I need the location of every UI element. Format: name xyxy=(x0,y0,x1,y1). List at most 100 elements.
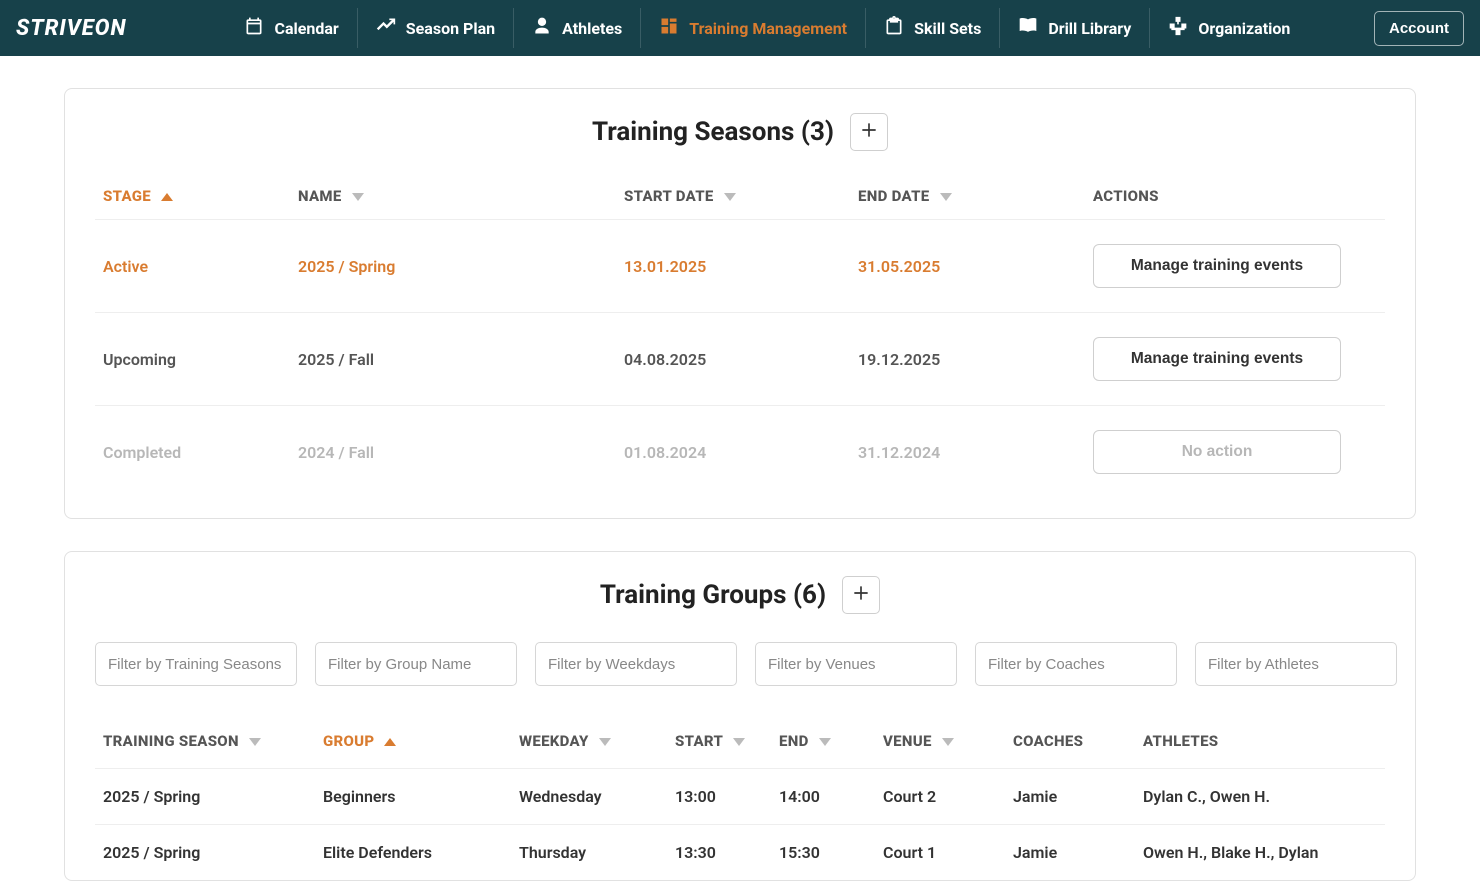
add-group-button[interactable] xyxy=(842,576,880,614)
cell-weekday: Thursday xyxy=(511,825,667,881)
cell-start: 13:00 xyxy=(667,769,771,825)
col-label: Training Season xyxy=(103,732,239,750)
nav-calendar[interactable]: Calendar xyxy=(226,8,357,48)
cell-name: 2025 / Spring xyxy=(290,220,616,313)
season-row: Upcoming 2025 / Fall 04.08.2025 19.12.20… xyxy=(95,313,1385,406)
manage-events-button[interactable]: Manage training events xyxy=(1093,337,1341,381)
sort-icon xyxy=(940,193,952,201)
sort-icon xyxy=(942,738,954,746)
nav-athletes[interactable]: Athletes xyxy=(514,8,641,48)
main-nav: Calendar Season Plan Athletes Training M… xyxy=(226,8,1374,48)
cell-season: 2025 / Spring xyxy=(95,825,315,881)
timeline-icon xyxy=(376,16,396,40)
account-button[interactable]: Account xyxy=(1374,11,1464,46)
filter-athletes-input[interactable] xyxy=(1195,642,1397,686)
groups-table: Training Season Group Weekday Start xyxy=(95,714,1385,880)
col-training-season[interactable]: Training Season xyxy=(95,714,315,769)
col-end-date[interactable]: End Date xyxy=(850,179,1085,220)
sort-icon xyxy=(352,193,364,201)
nav-label: Training Management xyxy=(689,19,847,38)
seasons-table: Stage Name Start Date End Date xyxy=(95,179,1385,498)
brand-logo: STRIVEON xyxy=(16,16,126,41)
col-stage[interactable]: Stage xyxy=(95,179,290,220)
cell-end: 31.05.2025 xyxy=(850,220,1085,313)
sort-icon xyxy=(733,738,745,746)
col-start[interactable]: Start xyxy=(667,714,771,769)
filter-venues-input[interactable] xyxy=(755,642,957,686)
cell-stage: Active xyxy=(95,220,290,313)
sort-asc-icon xyxy=(384,738,396,746)
group-row: 2025 / Spring Elite Defenders Thursday 1… xyxy=(95,825,1385,881)
cell-stage: Upcoming xyxy=(95,313,290,406)
training-groups-card: Training Groups (6) xyxy=(64,551,1416,881)
cell-end: 14:00 xyxy=(771,769,875,825)
card-header: Training Seasons (3) xyxy=(95,113,1385,151)
book-icon xyxy=(1018,16,1038,40)
col-venue[interactable]: Venue xyxy=(875,714,1005,769)
nav-drill-library[interactable]: Drill Library xyxy=(1000,8,1150,48)
col-name[interactable]: Name xyxy=(290,179,616,220)
nav-season-plan[interactable]: Season Plan xyxy=(358,8,514,48)
manage-events-button[interactable]: Manage training events xyxy=(1093,244,1341,288)
cell-end: 31.12.2024 xyxy=(850,406,1085,499)
cell-start: 13.01.2025 xyxy=(616,220,850,313)
cell-name: 2024 / Fall xyxy=(290,406,616,499)
cell-stage: Completed xyxy=(95,406,290,499)
cell-action: Manage training events xyxy=(1085,313,1385,406)
cell-start: 01.08.2024 xyxy=(616,406,850,499)
filter-coaches-input[interactable] xyxy=(975,642,1177,686)
nav-skill-sets[interactable]: Skill Sets xyxy=(866,8,1000,48)
nav-label: Season Plan xyxy=(406,19,495,38)
nav-label: Drill Library xyxy=(1048,19,1131,38)
col-label: Coaches xyxy=(1013,732,1083,750)
sort-icon xyxy=(599,738,611,746)
col-label: Stage xyxy=(103,187,151,205)
cell-coaches: Jamie xyxy=(1005,825,1135,881)
col-actions: Actions xyxy=(1085,179,1385,220)
sort-icon xyxy=(724,193,736,201)
clipboard-icon xyxy=(884,16,904,40)
org-icon xyxy=(1168,16,1188,40)
nav-training-management[interactable]: Training Management xyxy=(641,8,866,48)
nav-label: Calendar xyxy=(274,19,338,38)
add-season-button[interactable] xyxy=(850,113,888,151)
nav-organization[interactable]: Organization xyxy=(1150,8,1308,48)
col-label: Athletes xyxy=(1143,732,1218,750)
top-nav: STRIVEON Calendar Season Plan Athletes T… xyxy=(0,0,1480,56)
col-end[interactable]: End xyxy=(771,714,875,769)
plus-icon xyxy=(851,583,871,607)
col-label: End Date xyxy=(858,187,929,205)
cell-group: Beginners xyxy=(315,769,511,825)
card-title: Training Groups (6) xyxy=(600,580,826,610)
card-header: Training Groups (6) xyxy=(95,576,1385,614)
cell-end: 15:30 xyxy=(771,825,875,881)
cell-action: No action xyxy=(1085,406,1385,499)
col-group[interactable]: Group xyxy=(315,714,511,769)
training-seasons-card: Training Seasons (3) Stage Name xyxy=(64,88,1416,519)
filter-seasons-input[interactable] xyxy=(95,642,297,686)
cell-athletes: Owen H., Blake H., Dylan xyxy=(1135,825,1385,881)
person-icon xyxy=(532,16,552,40)
cell-name: 2025 / Fall xyxy=(290,313,616,406)
col-label: Group xyxy=(323,732,374,750)
season-row: Completed 2024 / Fall 01.08.2024 31.12.2… xyxy=(95,406,1385,499)
col-label: End xyxy=(779,732,809,750)
filter-group-input[interactable] xyxy=(315,642,517,686)
plus-icon xyxy=(859,120,879,144)
col-label: Weekday xyxy=(519,732,589,750)
season-row: Active 2025 / Spring 13.01.2025 31.05.20… xyxy=(95,220,1385,313)
sort-asc-icon xyxy=(161,193,173,201)
cell-venue: Court 1 xyxy=(875,825,1005,881)
filter-weekdays-input[interactable] xyxy=(535,642,737,686)
page-content: Training Seasons (3) Stage Name xyxy=(0,56,1480,881)
cell-group: Elite Defenders xyxy=(315,825,511,881)
col-label: Venue xyxy=(883,732,932,750)
calendar-icon xyxy=(244,16,264,40)
col-weekday[interactable]: Weekday xyxy=(511,714,667,769)
col-coaches: Coaches xyxy=(1005,714,1135,769)
cell-start: 13:30 xyxy=(667,825,771,881)
col-start-date[interactable]: Start Date xyxy=(616,179,850,220)
sort-icon xyxy=(819,738,831,746)
col-label: Start xyxy=(675,732,723,750)
col-label: Start Date xyxy=(624,187,714,205)
